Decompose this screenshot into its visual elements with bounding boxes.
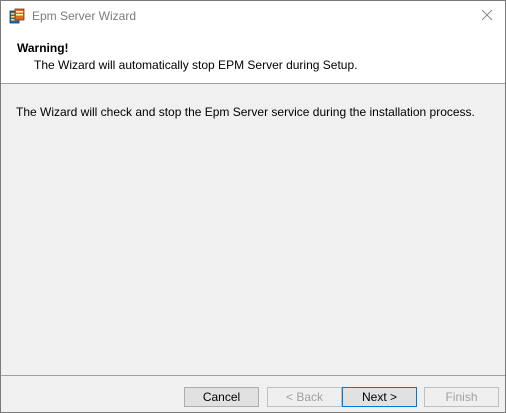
wizard-header: Warning! The Wizard will automatically s…: [1, 32, 505, 84]
button-bar: Cancel < Back Next > Finish: [1, 375, 505, 412]
next-button[interactable]: Next >: [342, 387, 417, 407]
header-subtitle: The Wizard will automatically stop EPM S…: [34, 58, 358, 72]
server-wizard-icon: [9, 8, 25, 24]
close-button[interactable]: [469, 1, 505, 32]
cancel-button[interactable]: Cancel: [184, 387, 259, 407]
header-title: Warning!: [17, 41, 69, 55]
back-button[interactable]: < Back: [267, 387, 342, 407]
close-icon: [481, 9, 493, 24]
finish-button[interactable]: Finish: [424, 387, 499, 407]
wizard-content: The Wizard will check and stop the Epm S…: [1, 85, 505, 375]
window-title: Epm Server Wizard: [32, 9, 137, 23]
info-message: The Wizard will check and stop the Epm S…: [16, 105, 475, 119]
wizard-window: Epm Server Wizard Warning! The Wizard wi…: [0, 0, 506, 413]
title-bar[interactable]: Epm Server Wizard: [1, 1, 505, 32]
